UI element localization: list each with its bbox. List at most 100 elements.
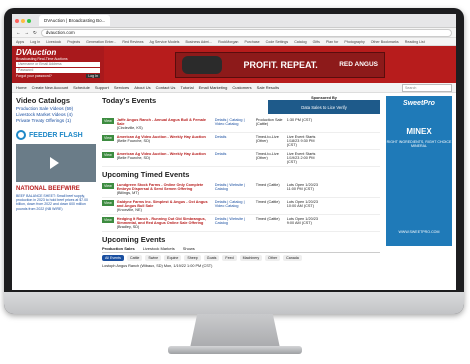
livestock-market-videos-link[interactable]: Livestock Market Videos (4) bbox=[16, 112, 96, 117]
nav-item[interactable]: Schedule bbox=[73, 85, 90, 90]
event-status: Lots Open 1/20/23 10:00 AM (CST) bbox=[286, 200, 318, 208]
bookmark-item[interactable]: Projects bbox=[67, 40, 80, 44]
nav-item[interactable]: Create New Account bbox=[32, 85, 68, 90]
bookmark-item[interactable]: Business Admi... bbox=[185, 40, 212, 44]
filter-chip[interactable]: Equine bbox=[164, 255, 182, 261]
right-column: SweetPro MINEX RIGHT INGREDIENTS, RIGHT … bbox=[386, 96, 452, 268]
event-title[interactable]: Galdyne Farms Inc. Simplest & Angus - Oc… bbox=[117, 200, 212, 208]
bookmark-item[interactable]: Reading List bbox=[405, 40, 425, 44]
event-title[interactable]: Lundgreen Stock Farms - Online Only Comp… bbox=[117, 183, 212, 191]
bookmark-item[interactable]: RockMorgan bbox=[218, 40, 238, 44]
search-input[interactable]: Search bbox=[402, 83, 452, 92]
bookmark-item[interactable]: Code Settings bbox=[266, 40, 289, 44]
feeder-flash-logo[interactable]: FEEDER FLASH bbox=[16, 129, 96, 141]
login-button[interactable]: Log In bbox=[86, 74, 100, 78]
event-details-links[interactable]: Details bbox=[215, 135, 253, 139]
view-button[interactable]: View bbox=[102, 118, 114, 124]
view-button[interactable]: View bbox=[102, 200, 114, 206]
upcoming-event-row[interactable]: Lostoph Angus Ranch (Wibaux, SD) Mon, 1/… bbox=[102, 264, 380, 268]
view-button[interactable]: View bbox=[102, 217, 114, 223]
ad-url: WWW.SWEETPRO.COM bbox=[398, 230, 440, 234]
bookmark-item[interactable]: Catalog bbox=[294, 40, 306, 44]
event-tabs: Production Sales Livestock Markets Shows bbox=[102, 246, 380, 253]
bookmark-item[interactable]: Apps bbox=[16, 40, 24, 44]
bookmark-item[interactable]: Ag Service Models bbox=[150, 40, 180, 44]
nav-item[interactable]: Home bbox=[16, 85, 27, 90]
event-info: Galdyne Farms Inc. Simplest & Angus - Oc… bbox=[117, 200, 212, 212]
red-angus-banner[interactable]: PROFIT. REPEAT. RED ANGUS bbox=[175, 51, 385, 78]
event-location: (Knoxville, NE) bbox=[116, 208, 142, 212]
forward-arrow-icon[interactable]: → bbox=[25, 30, 30, 35]
url-input[interactable]: dvauction.com bbox=[40, 28, 452, 37]
filter-chip[interactable]: Other bbox=[265, 255, 281, 261]
nav-item[interactable]: Contact Us bbox=[156, 85, 176, 90]
header-ad-area: PROFIT. REPEAT. RED ANGUS bbox=[104, 46, 456, 83]
nav-item[interactable]: Services bbox=[114, 85, 129, 90]
center-column: Today's Events Sponsored By Data Sales t… bbox=[102, 96, 380, 268]
username-input[interactable]: Username or Email Address bbox=[16, 62, 100, 67]
private-treaty-link[interactable]: Private Treaty Offerings (1) bbox=[16, 118, 96, 123]
national-beefwire-logo[interactable]: NATIONAL BEEFWIRE bbox=[16, 186, 96, 192]
nav-item[interactable]: Tutorial bbox=[180, 85, 193, 90]
view-button[interactable]: View bbox=[102, 135, 114, 141]
bookmark-item[interactable]: Photography bbox=[344, 40, 364, 44]
minimize-window-icon[interactable] bbox=[21, 18, 25, 23]
event-details-links[interactable]: Details | Catalog | Video Catalog bbox=[215, 118, 253, 126]
bookmark-item[interactable]: Log In bbox=[30, 40, 40, 44]
video-player[interactable] bbox=[16, 144, 96, 182]
upcoming-timed-title: Upcoming Timed Events bbox=[102, 170, 190, 179]
event-location: (Belle Fourche, SD) bbox=[116, 156, 151, 160]
filter-chip[interactable]: Machinery bbox=[239, 255, 263, 261]
event-tab[interactable]: Livestock Markets bbox=[143, 246, 175, 251]
play-icon[interactable] bbox=[50, 157, 59, 169]
event-details-links[interactable]: Details | Catalog | Video Catalog bbox=[215, 200, 253, 208]
event-status: Live Event Starts 1/18/23 9:30 PM (CST) bbox=[286, 135, 316, 147]
bookmark-item[interactable]: Purchase bbox=[244, 40, 259, 44]
bookmark-item[interactable]: Plan for bbox=[326, 40, 338, 44]
filter-chip[interactable]: Feed bbox=[222, 255, 237, 261]
bookmark-item[interactable]: Red Reviews bbox=[122, 40, 143, 44]
event-title[interactable]: Hedging It Ranch - Running Out Old Simbr… bbox=[117, 217, 212, 225]
beefwire-headline[interactable]: BEEF BALANCE SHEET: Small beef supply, p… bbox=[16, 194, 96, 211]
bookmark-item[interactable]: Livestock bbox=[46, 40, 61, 44]
event-tab[interactable]: Shows bbox=[183, 246, 195, 251]
sponsor-banner[interactable]: Data Sales to Lice Verify bbox=[268, 100, 380, 114]
view-button[interactable]: View bbox=[102, 183, 114, 189]
forgot-password-link[interactable]: Forgot your password? bbox=[16, 74, 52, 78]
event-status: Lots Open 1/20/23 11:00 PM (CST) bbox=[286, 183, 318, 191]
event-details-links[interactable]: Details | Website | Catalog bbox=[215, 217, 253, 225]
bookmark-item[interactable]: Generation Enter... bbox=[86, 40, 116, 44]
event-type: Timed-to-Live (Other) bbox=[255, 152, 279, 160]
nav-item[interactable]: Sale Results bbox=[257, 85, 279, 90]
password-input[interactable]: Password bbox=[16, 68, 100, 73]
todays-events-list: View Jaffe Angus Ranch - Annual Angus Bul… bbox=[102, 116, 380, 167]
nav-item[interactable]: Customers bbox=[232, 85, 251, 90]
browser-tab[interactable]: DVAuction | Broadcasting Bo... bbox=[39, 15, 111, 26]
browser-titlebar: DVAuction | Broadcasting Bo... bbox=[12, 14, 456, 28]
filter-chip[interactable]: Cattle bbox=[126, 255, 143, 261]
view-button[interactable]: View bbox=[102, 152, 114, 158]
event-title[interactable]: Jaffe Angus Ranch - Annual Angus Bull & … bbox=[117, 118, 212, 126]
maximize-window-icon[interactable] bbox=[27, 18, 31, 23]
filter-chip[interactable]: Canada bbox=[283, 255, 302, 261]
timed-events-list: View Lundgreen Stock Farms - Online Only … bbox=[102, 181, 380, 232]
back-arrow-icon[interactable]: ← bbox=[16, 30, 21, 35]
close-window-icon[interactable] bbox=[15, 18, 19, 23]
site-logo[interactable]: DVAuction bbox=[16, 48, 100, 57]
event-details-links[interactable]: Details | Website | Catalog bbox=[215, 183, 253, 191]
filter-chip[interactable]: All Events bbox=[102, 255, 124, 261]
banner-slogan: PROFIT. REPEAT. bbox=[243, 59, 318, 70]
nav-item[interactable]: Email Marketing bbox=[199, 85, 228, 90]
event-tab[interactable]: Production Sales bbox=[102, 246, 135, 251]
sweetpro-ad[interactable]: SweetPro MINEX RIGHT INGREDIENTS, RIGHT … bbox=[386, 96, 452, 246]
nav-item[interactable]: About Us bbox=[134, 85, 150, 90]
filter-chip[interactable]: Sheep bbox=[184, 255, 201, 261]
filter-chip[interactable]: Goats bbox=[203, 255, 220, 261]
bookmark-item[interactable]: Other Bookmarks bbox=[371, 40, 399, 44]
nav-item[interactable]: Support bbox=[95, 85, 109, 90]
filter-chip[interactable]: Swine bbox=[145, 255, 162, 261]
bookmark-item[interactable]: Gifts bbox=[313, 40, 320, 44]
reload-icon[interactable]: ↻ bbox=[33, 30, 37, 36]
event-details-links[interactable]: Details bbox=[215, 152, 253, 156]
production-sale-videos-link[interactable]: Production Sale Videos (59) bbox=[16, 106, 96, 111]
